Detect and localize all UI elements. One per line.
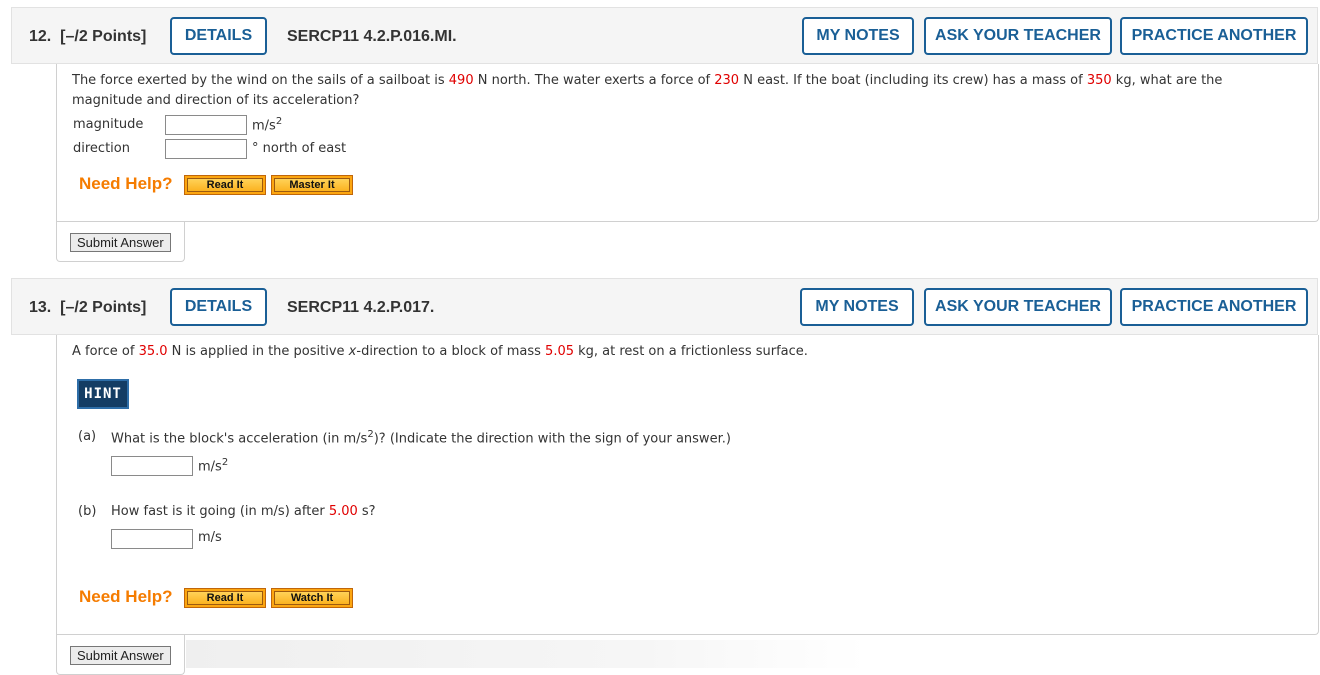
- magnitude-label: magnitude: [73, 117, 144, 132]
- magnitude-input[interactable]: [165, 115, 247, 135]
- need-help-label: Need Help?: [79, 174, 173, 193]
- question-number: 13. [–/2 Points]: [29, 299, 147, 316]
- direction-input[interactable]: [165, 139, 247, 159]
- given-value: 350: [1086, 73, 1112, 88]
- points-label: [–/2 Points]: [60, 28, 147, 45]
- part-b-unit: m/s: [198, 530, 222, 545]
- part-b-question: How fast is it going (in m/s) after 5.00…: [111, 504, 376, 519]
- hint-button[interactable]: HINT: [77, 379, 129, 409]
- submit-answer-button[interactable]: Submit Answer: [70, 233, 171, 252]
- given-value: 5.05: [545, 344, 574, 359]
- given-value: 490: [448, 73, 474, 88]
- practice-another-button[interactable]: PRACTICE ANOTHER: [1120, 288, 1308, 326]
- given-value: 230: [714, 73, 740, 88]
- question-text: The force exerted by the wind on the sai…: [72, 73, 1223, 108]
- points-label: [–/2 Points]: [60, 299, 147, 316]
- magnitude-unit: m/s2: [252, 116, 283, 134]
- part-b-input[interactable]: [111, 529, 193, 549]
- practice-another-button[interactable]: PRACTICE ANOTHER: [1120, 17, 1308, 55]
- submit-answer-button[interactable]: Submit Answer: [70, 646, 171, 665]
- read-it-button[interactable]: Read It: [184, 175, 266, 195]
- question-12-body: The force exerted by the wind on the sai…: [56, 64, 1319, 222]
- question-text: A force of 35.0 N is applied in the posi…: [72, 344, 808, 359]
- question-13-header: 13. [–/2 Points] DETAILS SERCP11 4.2.P.0…: [11, 278, 1318, 335]
- question-number: 12. [–/2 Points]: [29, 28, 147, 45]
- given-value: 35.0: [138, 344, 168, 359]
- part-a-question: What is the block's acceleration (in m/s…: [111, 429, 731, 447]
- watch-it-button[interactable]: Watch It: [271, 588, 353, 608]
- ask-your-teacher-button[interactable]: ASK YOUR TEACHER: [924, 17, 1112, 55]
- direction-label: direction: [73, 141, 130, 156]
- question-code: SERCP11 4.2.P.017.: [287, 299, 435, 316]
- my-notes-button[interactable]: MY NOTES: [802, 17, 914, 55]
- part-a-label: (a): [78, 429, 97, 444]
- given-value: 5.00: [328, 504, 358, 519]
- read-it-button[interactable]: Read It: [184, 588, 266, 608]
- master-it-button[interactable]: Master It: [271, 175, 353, 195]
- part-a-unit: m/s2: [198, 457, 229, 475]
- my-notes-button[interactable]: MY NOTES: [800, 288, 914, 326]
- ask-your-teacher-button[interactable]: ASK YOUR TEACHER: [924, 288, 1112, 326]
- direction-unit: ° north of east: [252, 141, 347, 156]
- question-13-body: A force of 35.0 N is applied in the posi…: [56, 335, 1319, 635]
- question-12-header: 12. [–/2 Points] DETAILS SERCP11 4.2.P.0…: [11, 7, 1318, 64]
- details-button[interactable]: DETAILS: [170, 288, 267, 326]
- part-a-input[interactable]: [111, 456, 193, 476]
- question-code: SERCP11 4.2.P.016.MI.: [287, 28, 457, 45]
- part-b-label: (b): [78, 504, 97, 519]
- submit-area: Submit Answer: [56, 634, 185, 675]
- background-shading: [186, 640, 1320, 668]
- details-button[interactable]: DETAILS: [170, 17, 267, 55]
- submit-area: Submit Answer: [56, 221, 185, 262]
- need-help-label: Need Help?: [79, 587, 173, 606]
